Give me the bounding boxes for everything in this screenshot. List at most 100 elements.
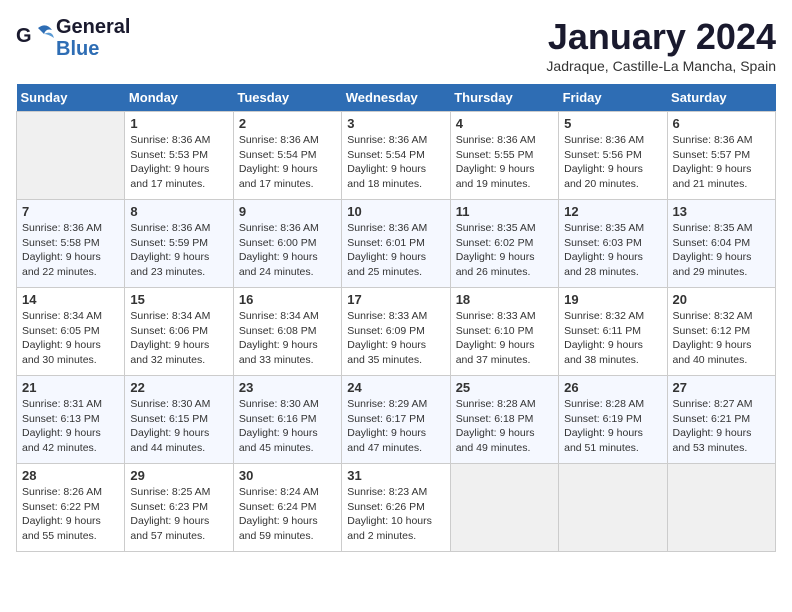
calendar-cell: 7 Sunrise: 8:36 AM Sunset: 5:58 PM Daylig… [17,200,125,288]
cell-info: Sunrise: 8:35 AM Sunset: 6:04 PM Dayligh… [673,221,770,280]
logo-blue: Blue [56,38,130,60]
day-number: 21 [22,380,119,395]
day-number: 4 [456,116,553,131]
day-number: 18 [456,292,553,307]
calendar-cell [559,464,667,552]
cell-info: Sunrise: 8:25 AM Sunset: 6:23 PM Dayligh… [130,485,227,544]
calendar-cell: 13 Sunrise: 8:35 AM Sunset: 6:04 PM Dayli… [667,200,775,288]
calendar-cell: 31 Sunrise: 8:23 AM Sunset: 6:26 PM Dayli… [342,464,450,552]
month-title: January 2024 [546,16,776,58]
weekday-header-friday: Friday [559,84,667,112]
calendar-cell: 17Sunrise: 8:33 AM Sunset: 6:09 PM Dayli… [342,288,450,376]
cell-info: Sunrise: 8:36 AM Sunset: 5:56 PM Dayligh… [564,133,661,192]
cell-info: Sunrise: 8:23 AM Sunset: 6:26 PM Dayligh… [347,485,444,544]
day-number: 12 [564,204,661,219]
day-number: 16 [239,292,336,307]
cell-info: Sunrise: 8:36 AM Sunset: 5:54 PM Dayligh… [239,133,336,192]
calendar-header-row: SundayMondayTuesdayWednesdayThursdayFrid… [17,84,776,112]
location: Jadraque, Castille-La Mancha, Spain [546,58,776,74]
cell-info: Sunrise: 8:36 AM Sunset: 5:57 PM Dayligh… [673,133,770,192]
day-number: 14 [22,292,119,307]
page-header: G General Blue January 2024 Jadraque, Ca… [16,16,776,74]
calendar-cell: 22Sunrise: 8:30 AM Sunset: 6:15 PM Dayli… [125,376,233,464]
cell-info: Sunrise: 8:27 AM Sunset: 6:21 PM Dayligh… [673,397,770,456]
calendar-cell: 20Sunrise: 8:32 AM Sunset: 6:12 PM Dayli… [667,288,775,376]
day-number: 7 [22,204,119,219]
cell-info: Sunrise: 8:33 AM Sunset: 6:10 PM Dayligh… [456,309,553,368]
calendar-cell: 30Sunrise: 8:24 AM Sunset: 6:24 PM Dayli… [233,464,341,552]
day-number: 27 [673,380,770,395]
cell-info: Sunrise: 8:34 AM Sunset: 6:06 PM Dayligh… [130,309,227,368]
calendar-week-5: 28Sunrise: 8:26 AM Sunset: 6:22 PM Dayli… [17,464,776,552]
calendar-cell: 25 Sunrise: 8:28 AM Sunset: 6:18 PM Dayli… [450,376,558,464]
calendar-week-3: 14 Sunrise: 8:34 AM Sunset: 6:05 PM Dayli… [17,288,776,376]
cell-info: Sunrise: 8:35 AM Sunset: 6:03 PM Dayligh… [564,221,661,280]
calendar-cell: 4 Sunrise: 8:36 AM Sunset: 5:55 PM Daylig… [450,112,558,200]
calendar-cell: 24Sunrise: 8:29 AM Sunset: 6:17 PM Dayli… [342,376,450,464]
cell-info: Sunrise: 8:24 AM Sunset: 6:24 PM Dayligh… [239,485,336,544]
day-number: 2 [239,116,336,131]
day-number: 5 [564,116,661,131]
weekday-header-sunday: Sunday [17,84,125,112]
cell-info: Sunrise: 8:28 AM Sunset: 6:19 PM Dayligh… [564,397,661,456]
calendar-cell [17,112,125,200]
cell-info: Sunrise: 8:36 AM Sunset: 6:01 PM Dayligh… [347,221,444,280]
calendar-table: SundayMondayTuesdayWednesdayThursdayFrid… [16,84,776,552]
calendar-cell: 5 Sunrise: 8:36 AM Sunset: 5:56 PM Daylig… [559,112,667,200]
calendar-cell: 12 Sunrise: 8:35 AM Sunset: 6:03 PM Dayli… [559,200,667,288]
calendar-cell [667,464,775,552]
calendar-cell: 23Sunrise: 8:30 AM Sunset: 6:16 PM Dayli… [233,376,341,464]
cell-info: Sunrise: 8:34 AM Sunset: 6:08 PM Dayligh… [239,309,336,368]
weekday-header-tuesday: Tuesday [233,84,341,112]
calendar-week-2: 7 Sunrise: 8:36 AM Sunset: 5:58 PM Daylig… [17,200,776,288]
calendar-cell: 10 Sunrise: 8:36 AM Sunset: 6:01 PM Dayli… [342,200,450,288]
calendar-cell [450,464,558,552]
calendar-cell: 28Sunrise: 8:26 AM Sunset: 6:22 PM Dayli… [17,464,125,552]
day-number: 25 [456,380,553,395]
weekday-header-monday: Monday [125,84,233,112]
cell-info: Sunrise: 8:36 AM Sunset: 5:54 PM Dayligh… [347,133,444,192]
calendar-cell: 8 Sunrise: 8:36 AM Sunset: 5:59 PM Daylig… [125,200,233,288]
weekday-header-wednesday: Wednesday [342,84,450,112]
cell-info: Sunrise: 8:36 AM Sunset: 5:55 PM Dayligh… [456,133,553,192]
cell-info: Sunrise: 8:34 AM Sunset: 6:05 PM Dayligh… [22,309,119,368]
calendar-cell: 18 Sunrise: 8:33 AM Sunset: 6:10 PM Dayli… [450,288,558,376]
cell-info: Sunrise: 8:30 AM Sunset: 6:15 PM Dayligh… [130,397,227,456]
day-number: 13 [673,204,770,219]
day-number: 15 [130,292,227,307]
calendar-cell: 9 Sunrise: 8:36 AM Sunset: 6:00 PM Daylig… [233,200,341,288]
day-number: 1 [130,116,227,131]
calendar-cell: 19 Sunrise: 8:32 AM Sunset: 6:11 PM Dayli… [559,288,667,376]
cell-info: Sunrise: 8:26 AM Sunset: 6:22 PM Dayligh… [22,485,119,544]
calendar-cell: 27 Sunrise: 8:27 AM Sunset: 6:21 PM Dayli… [667,376,775,464]
cell-info: Sunrise: 8:31 AM Sunset: 6:13 PM Dayligh… [22,397,119,456]
cell-info: Sunrise: 8:36 AM Sunset: 5:53 PM Dayligh… [130,133,227,192]
calendar-cell: 11Sunrise: 8:35 AM Sunset: 6:02 PM Dayli… [450,200,558,288]
day-number: 31 [347,468,444,483]
weekday-header-saturday: Saturday [667,84,775,112]
logo: G General Blue [16,16,130,60]
cell-info: Sunrise: 8:36 AM Sunset: 6:00 PM Dayligh… [239,221,336,280]
cell-info: Sunrise: 8:32 AM Sunset: 6:11 PM Dayligh… [564,309,661,368]
calendar-week-4: 21 Sunrise: 8:31 AM Sunset: 6:13 PM Dayli… [17,376,776,464]
day-number: 29 [130,468,227,483]
calendar-cell: 1 Sunrise: 8:36 AM Sunset: 5:53 PM Daylig… [125,112,233,200]
day-number: 20 [673,292,770,307]
cell-info: Sunrise: 8:36 AM Sunset: 5:59 PM Dayligh… [130,221,227,280]
day-number: 17 [347,292,444,307]
cell-info: Sunrise: 8:36 AM Sunset: 5:58 PM Dayligh… [22,221,119,280]
cell-info: Sunrise: 8:28 AM Sunset: 6:18 PM Dayligh… [456,397,553,456]
day-number: 19 [564,292,661,307]
day-number: 3 [347,116,444,131]
day-number: 10 [347,204,444,219]
calendar-week-1: 1 Sunrise: 8:36 AM Sunset: 5:53 PM Daylig… [17,112,776,200]
calendar-cell: 15 Sunrise: 8:34 AM Sunset: 6:06 PM Dayli… [125,288,233,376]
weekday-header-thursday: Thursday [450,84,558,112]
calendar-cell: 14 Sunrise: 8:34 AM Sunset: 6:05 PM Dayli… [17,288,125,376]
logo-general: General [56,16,130,38]
calendar-cell: 6Sunrise: 8:36 AM Sunset: 5:57 PM Daylig… [667,112,775,200]
day-number: 9 [239,204,336,219]
day-number: 23 [239,380,336,395]
day-number: 8 [130,204,227,219]
day-number: 26 [564,380,661,395]
